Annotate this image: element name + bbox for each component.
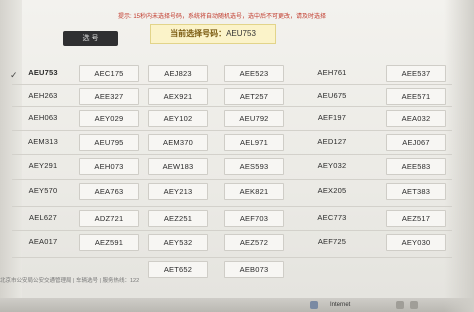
plate-option[interactable]: AEY291 [14, 158, 72, 173]
plate-option[interactable]: AEH263 [14, 88, 72, 103]
plate-option[interactable]: AEF703 [224, 210, 284, 227]
plate-option[interactable]: AEE571 [386, 88, 446, 105]
plate-option[interactable]: AEY030 [386, 234, 446, 251]
plate-option[interactable]: AEF197 [303, 110, 361, 125]
ie-icon[interactable] [310, 301, 318, 309]
row-divider [12, 206, 452, 207]
row-divider [12, 154, 452, 155]
plate-option[interactable]: AEZ591 [79, 234, 139, 251]
plate-option[interactable]: AEK821 [224, 183, 284, 200]
row-divider [12, 84, 452, 85]
plate-option[interactable]: AEY032 [303, 158, 361, 173]
plate-option[interactable]: AEY570 [14, 183, 72, 198]
tray-icon[interactable] [410, 301, 418, 309]
taskbar-internet-label: Internet [330, 302, 351, 308]
footer-text: 北京市公安局公安交通管理局 | 车辆选号 | 服务热线：122 [0, 278, 140, 284]
plate-option[interactable]: AEZ572 [224, 234, 284, 251]
plate-option[interactable]: AEE537 [386, 65, 446, 82]
plate-option[interactable]: AEA763 [79, 183, 139, 200]
plate-option[interactable]: AEC175 [79, 65, 139, 82]
plate-option[interactable]: AET257 [224, 88, 284, 105]
plate-option[interactable]: AEH063 [14, 110, 72, 125]
select-number-button[interactable]: 选 号 [63, 31, 118, 46]
plate-option[interactable]: AEA017 [14, 234, 72, 249]
plate-option[interactable]: AES593 [224, 158, 284, 175]
plate-option[interactable]: ADZ721 [79, 210, 139, 227]
plate-option[interactable]: AEZ251 [148, 210, 208, 227]
plate-option[interactable]: AEE523 [224, 65, 284, 82]
row-divider [12, 257, 452, 258]
plate-option[interactable]: AEL971 [224, 134, 284, 151]
plate-option[interactable]: AEM313 [14, 134, 72, 149]
plate-option[interactable]: AED127 [303, 134, 361, 149]
current-selection-label: 当前选择号码： [170, 29, 227, 38]
plate-option[interactable]: AEH761 [303, 65, 361, 80]
current-selection-value: AEU753 [226, 29, 256, 38]
plate-option[interactable]: AEJ067 [386, 134, 446, 151]
plate-option[interactable]: AEE583 [386, 158, 446, 175]
row-divider [12, 106, 452, 107]
plate-selection-page: 提示: 15秒内未选择号码，系统将自动随机选号，选中后不可更改，请及时选择 选 … [0, 0, 474, 312]
plate-option[interactable]: AET383 [386, 183, 446, 200]
plate-option[interactable]: AEU795 [79, 134, 139, 151]
plate-option[interactable]: AEZ517 [386, 210, 446, 227]
plate-option[interactable]: AEJ823 [148, 65, 208, 82]
row-divider [12, 179, 452, 180]
taskbar: Internet [0, 298, 474, 312]
row-divider [12, 130, 452, 131]
current-selection-bar: 当前选择号码：AEU753 [150, 24, 276, 44]
plate-option[interactable]: AEY213 [148, 183, 208, 200]
notice-text: 提示: 15秒内未选择号码，系统将自动随机选号，选中后不可更改，请及时选择 [118, 14, 327, 20]
plate-option[interactable]: AEX921 [148, 88, 208, 105]
plate-option[interactable]: AEC773 [303, 210, 361, 225]
plate-option[interactable]: AEY102 [148, 110, 208, 127]
plate-option[interactable]: AEA032 [386, 110, 446, 127]
plate-option[interactable]: AEU675 [303, 88, 361, 103]
plate-option[interactable]: AEU753 [14, 65, 72, 80]
plate-option[interactable]: AEL627 [14, 210, 72, 225]
plate-option[interactable]: AEF725 [303, 234, 361, 249]
plate-option[interactable]: AEX205 [303, 183, 361, 198]
plate-option[interactable]: AEY532 [148, 234, 208, 251]
plate-option[interactable]: AEE327 [79, 88, 139, 105]
plate-option[interactable]: AEU792 [224, 110, 284, 127]
tray-icon[interactable] [396, 301, 404, 309]
plate-option[interactable]: AEM370 [148, 134, 208, 151]
row-divider [12, 230, 452, 231]
plate-option[interactable]: AEY029 [79, 110, 139, 127]
plate-option[interactable]: AEW183 [148, 158, 208, 175]
plate-option[interactable]: AEH073 [79, 158, 139, 175]
